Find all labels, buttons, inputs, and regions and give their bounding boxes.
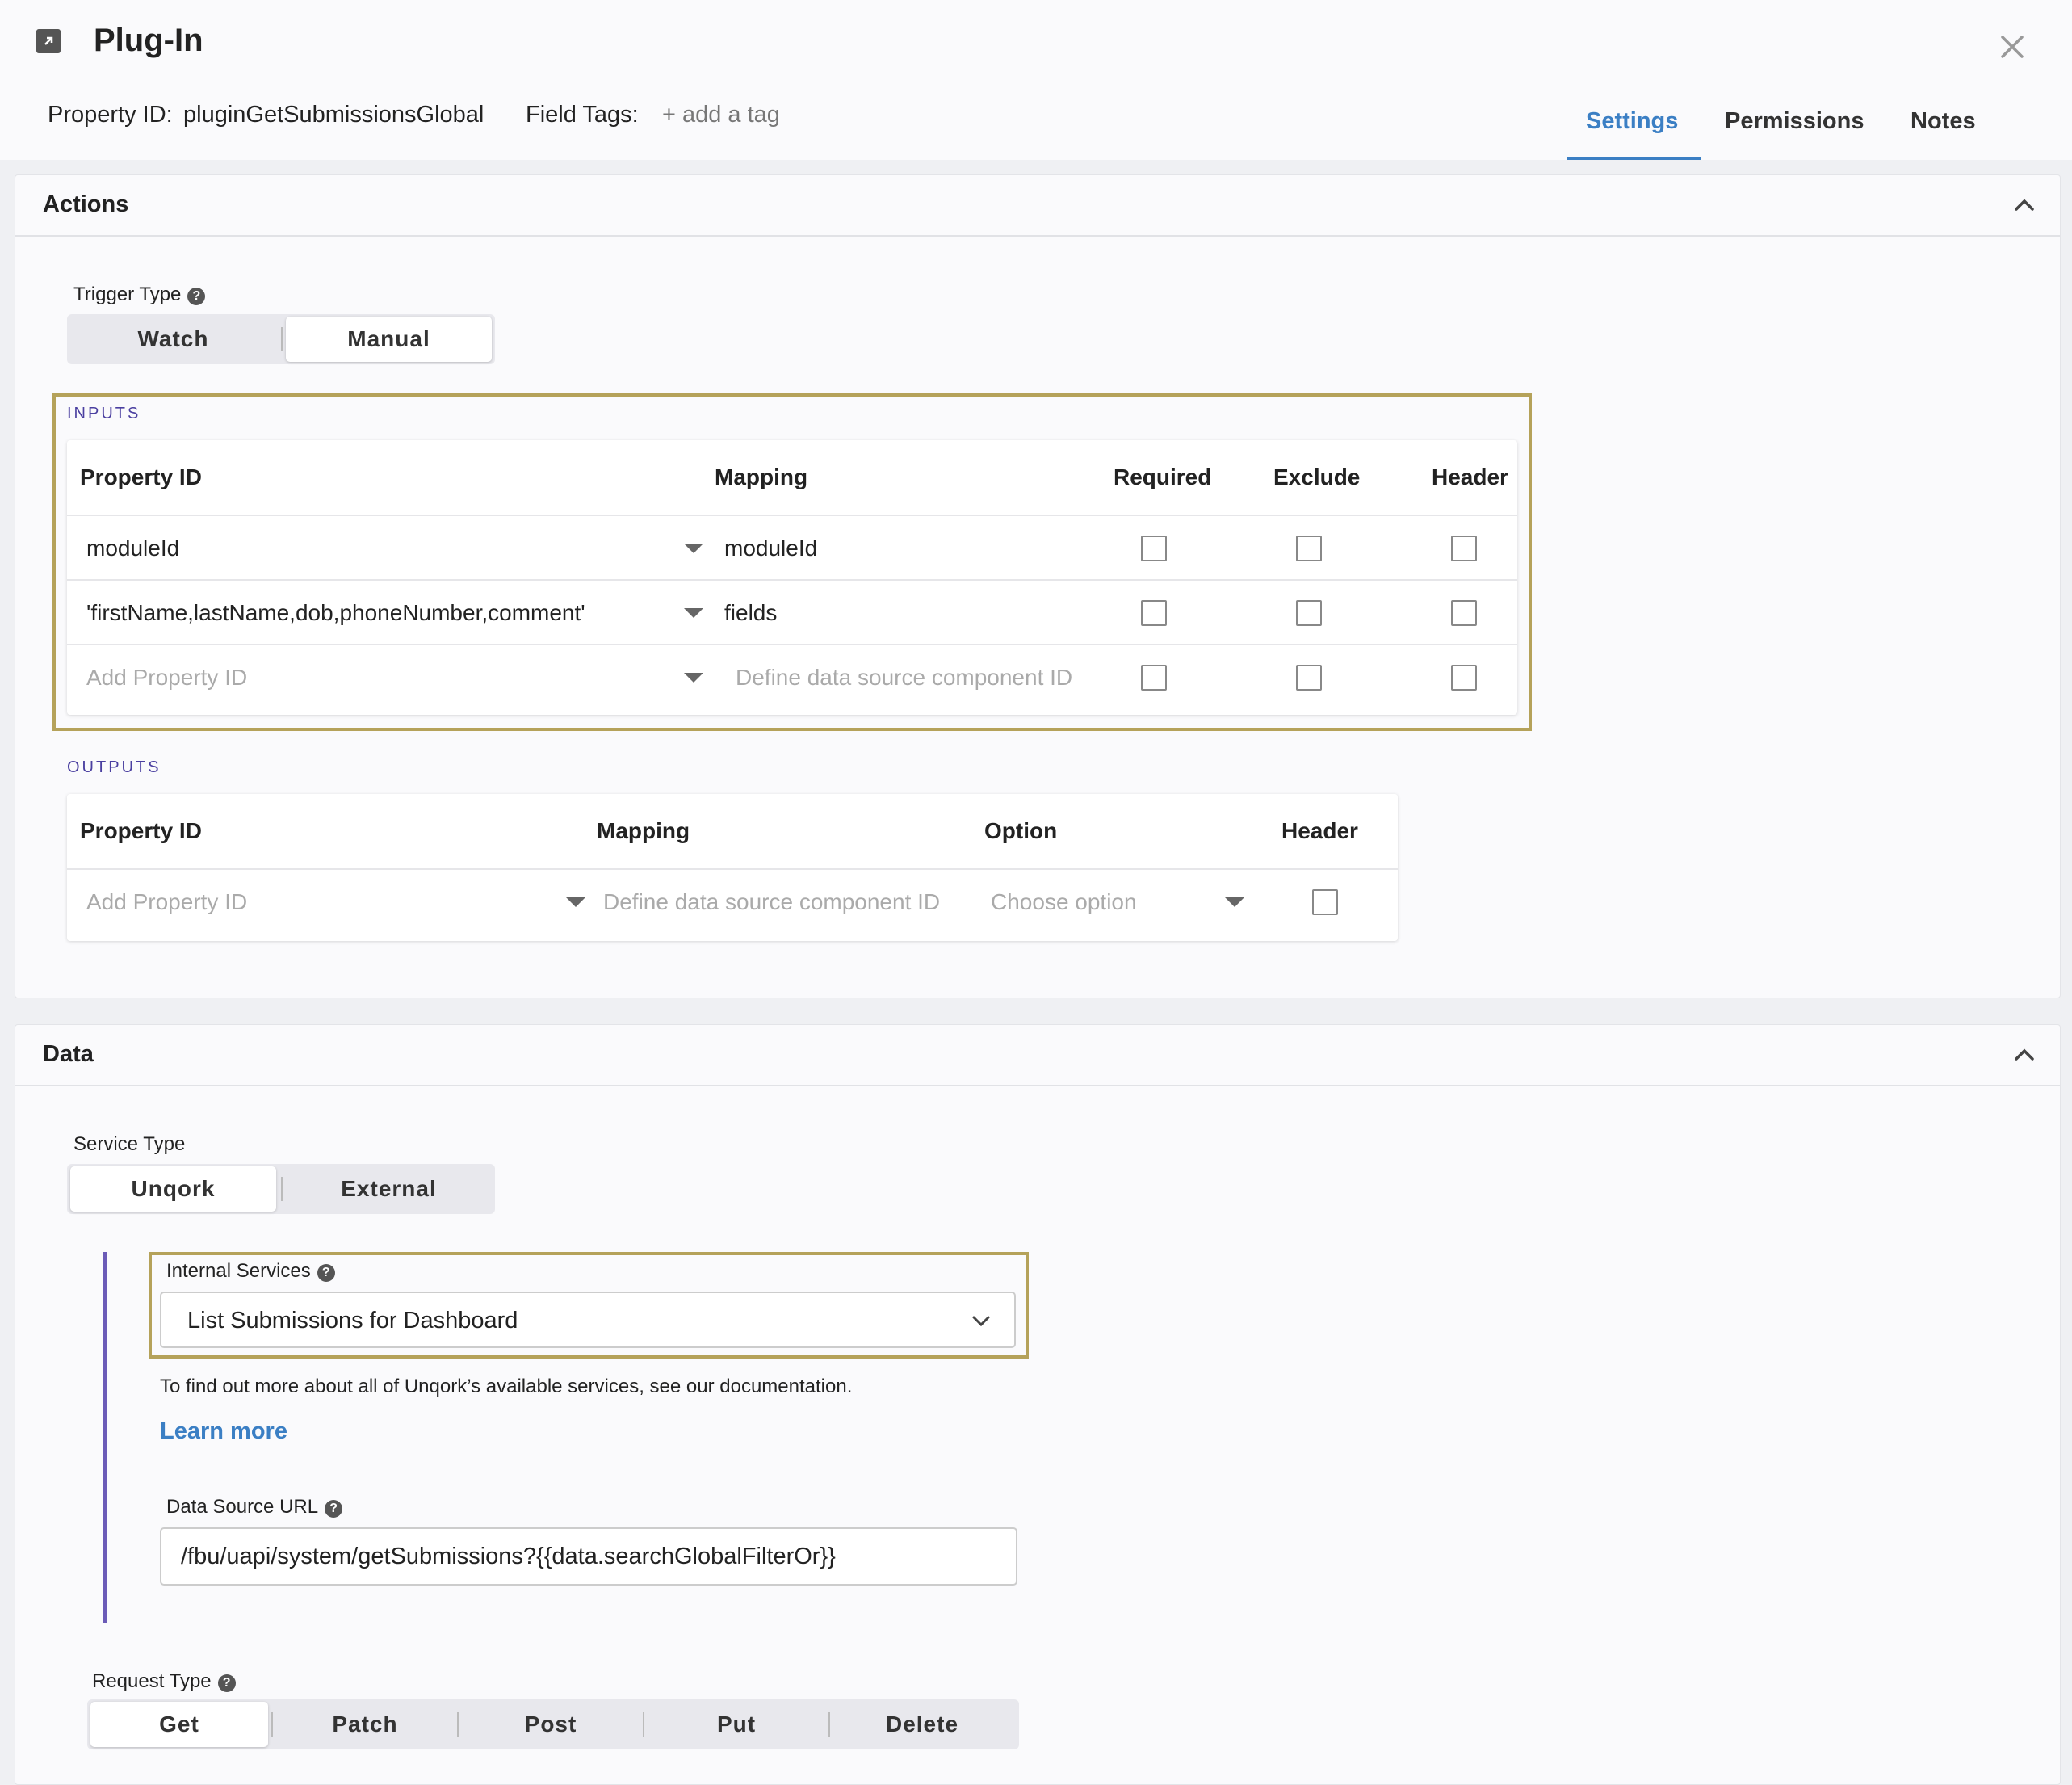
header-checkbox[interactable] xyxy=(1451,600,1477,626)
service-type-toggle: Unqork External xyxy=(67,1164,495,1214)
service-external-button[interactable]: External xyxy=(286,1166,492,1212)
data-panel-header[interactable]: Data xyxy=(15,1025,2060,1086)
column-header-mapping: Mapping xyxy=(597,818,690,843)
nested-section-bar xyxy=(103,1252,107,1623)
header-checkbox[interactable] xyxy=(1312,889,1338,915)
row-divider xyxy=(67,514,1517,516)
input-property-id-cell[interactable]: moduleId xyxy=(86,536,179,561)
column-header-mapping: Mapping xyxy=(715,464,808,489)
learn-more-link[interactable]: Learn more xyxy=(160,1418,287,1445)
dialog-header: Plug-In Property ID: pluginGetSubmission… xyxy=(0,0,2072,160)
chevron-down-icon xyxy=(969,1309,993,1338)
request-get-button[interactable]: Get xyxy=(90,1702,268,1747)
header-checkbox[interactable] xyxy=(1451,665,1477,691)
dialog-title: Plug-In xyxy=(94,23,203,58)
data-title: Data xyxy=(43,1041,94,1067)
column-header-exclude: Exclude xyxy=(1273,464,1361,489)
internal-services-select[interactable]: List Submissions for Dashboard xyxy=(160,1292,1016,1348)
property-id-value: pluginGetSubmissionsGlobal xyxy=(183,102,484,128)
column-header-option: Option xyxy=(984,818,1058,843)
service-unqork-button[interactable]: Unqork xyxy=(70,1166,276,1212)
column-header-header: Header xyxy=(1432,464,1508,489)
active-tab-indicator xyxy=(1567,157,1701,160)
define-mapping-input[interactable]: Define data source component ID xyxy=(736,665,1072,691)
caret-down-icon[interactable] xyxy=(684,673,703,682)
help-icon[interactable]: ? xyxy=(187,288,206,305)
chevron-up-icon[interactable] xyxy=(2010,1043,2039,1067)
data-source-url-input[interactable]: /fbu/uapi/system/getSubmissions?{{data.s… xyxy=(160,1527,1017,1586)
request-type-label: Request Type? xyxy=(92,1670,236,1693)
trigger-type-label: Trigger Type? xyxy=(73,284,206,306)
segment-divider xyxy=(643,1712,644,1737)
exclude-checkbox[interactable] xyxy=(1296,600,1322,626)
outputs-caption: OUTPUTS xyxy=(67,758,161,776)
plugin-icon xyxy=(36,29,61,53)
request-put-button[interactable]: Put xyxy=(648,1702,825,1747)
add-property-id-input[interactable]: Add Property ID xyxy=(86,889,247,915)
input-mapping-cell[interactable]: moduleId xyxy=(724,536,817,561)
internal-services-value: List Submissions for Dashboard xyxy=(187,1308,518,1334)
actions-panel-header[interactable]: Actions xyxy=(15,175,2060,237)
tab-settings[interactable]: Settings xyxy=(1586,108,1678,135)
exclude-checkbox[interactable] xyxy=(1296,665,1322,691)
column-header-property-id: Property ID xyxy=(80,818,202,843)
actions-title: Actions xyxy=(43,191,129,217)
column-header-property-id: Property ID xyxy=(80,464,202,489)
caret-down-icon[interactable] xyxy=(566,897,585,907)
row-divider xyxy=(67,644,1517,645)
column-header-header: Header xyxy=(1281,818,1358,843)
required-checkbox[interactable] xyxy=(1141,665,1167,691)
close-icon[interactable] xyxy=(1994,29,2030,65)
inputs-table: Property ID Mapping Required Exclude Hea… xyxy=(67,440,1517,715)
trigger-type-toggle: Watch Manual xyxy=(67,314,495,364)
chevron-up-icon[interactable] xyxy=(2010,193,2039,217)
trigger-manual-button[interactable]: Manual xyxy=(286,317,492,362)
outputs-table: Property ID Mapping Option Header Add Pr… xyxy=(67,794,1398,941)
caret-down-icon[interactable] xyxy=(684,608,703,618)
request-delete-button[interactable]: Delete xyxy=(833,1702,1011,1747)
add-tag-link[interactable]: + add a tag xyxy=(662,102,780,128)
help-icon[interactable]: ? xyxy=(217,1674,236,1692)
data-source-url-label: Data Source URL? xyxy=(166,1496,343,1518)
add-property-id-input[interactable]: Add Property ID xyxy=(86,665,247,691)
request-type-toggle: Get Patch Post Put Delete xyxy=(87,1699,1019,1749)
input-mapping-cell[interactable]: fields xyxy=(724,600,777,626)
help-icon[interactable]: ? xyxy=(317,1264,335,1282)
segment-divider xyxy=(281,1177,283,1201)
data-panel: Data Service Type Unqork External xyxy=(15,1024,2061,1785)
inputs-caption: INPUTS xyxy=(67,405,141,422)
segment-divider xyxy=(271,1712,273,1737)
define-mapping-input[interactable]: Define data source component ID xyxy=(603,889,940,915)
help-icon[interactable]: ? xyxy=(325,1500,343,1518)
tab-notes[interactable]: Notes xyxy=(1911,108,1976,135)
tab-permissions[interactable]: Permissions xyxy=(1725,108,1864,135)
row-divider xyxy=(67,868,1398,870)
request-patch-button[interactable]: Patch xyxy=(276,1702,454,1747)
choose-option-select[interactable]: Choose option xyxy=(991,889,1137,915)
internal-services-label: Internal Services? xyxy=(166,1260,335,1283)
input-property-id-cell[interactable]: 'firstName,lastName,dob,phoneNumber,comm… xyxy=(86,600,585,626)
trigger-watch-button[interactable]: Watch xyxy=(70,317,276,362)
segment-divider xyxy=(281,327,283,351)
required-checkbox[interactable] xyxy=(1141,536,1167,561)
header-checkbox[interactable] xyxy=(1451,536,1477,561)
property-id-label: Property ID: xyxy=(48,102,173,128)
field-tags-label: Field Tags: xyxy=(526,102,639,128)
segment-divider xyxy=(828,1712,830,1737)
segment-divider xyxy=(457,1712,459,1737)
documentation-text: To find out more about all of Unqork’s a… xyxy=(160,1376,853,1397)
row-divider xyxy=(67,579,1517,581)
caret-down-icon[interactable] xyxy=(1225,897,1244,907)
service-type-label: Service Type xyxy=(73,1133,186,1155)
exclude-checkbox[interactable] xyxy=(1296,536,1322,561)
actions-panel: Actions Trigger Type? Watch Manual INPUT… xyxy=(15,174,2061,998)
caret-down-icon[interactable] xyxy=(684,544,703,553)
column-header-required: Required xyxy=(1114,464,1212,489)
request-post-button[interactable]: Post xyxy=(462,1702,640,1747)
required-checkbox[interactable] xyxy=(1141,600,1167,626)
